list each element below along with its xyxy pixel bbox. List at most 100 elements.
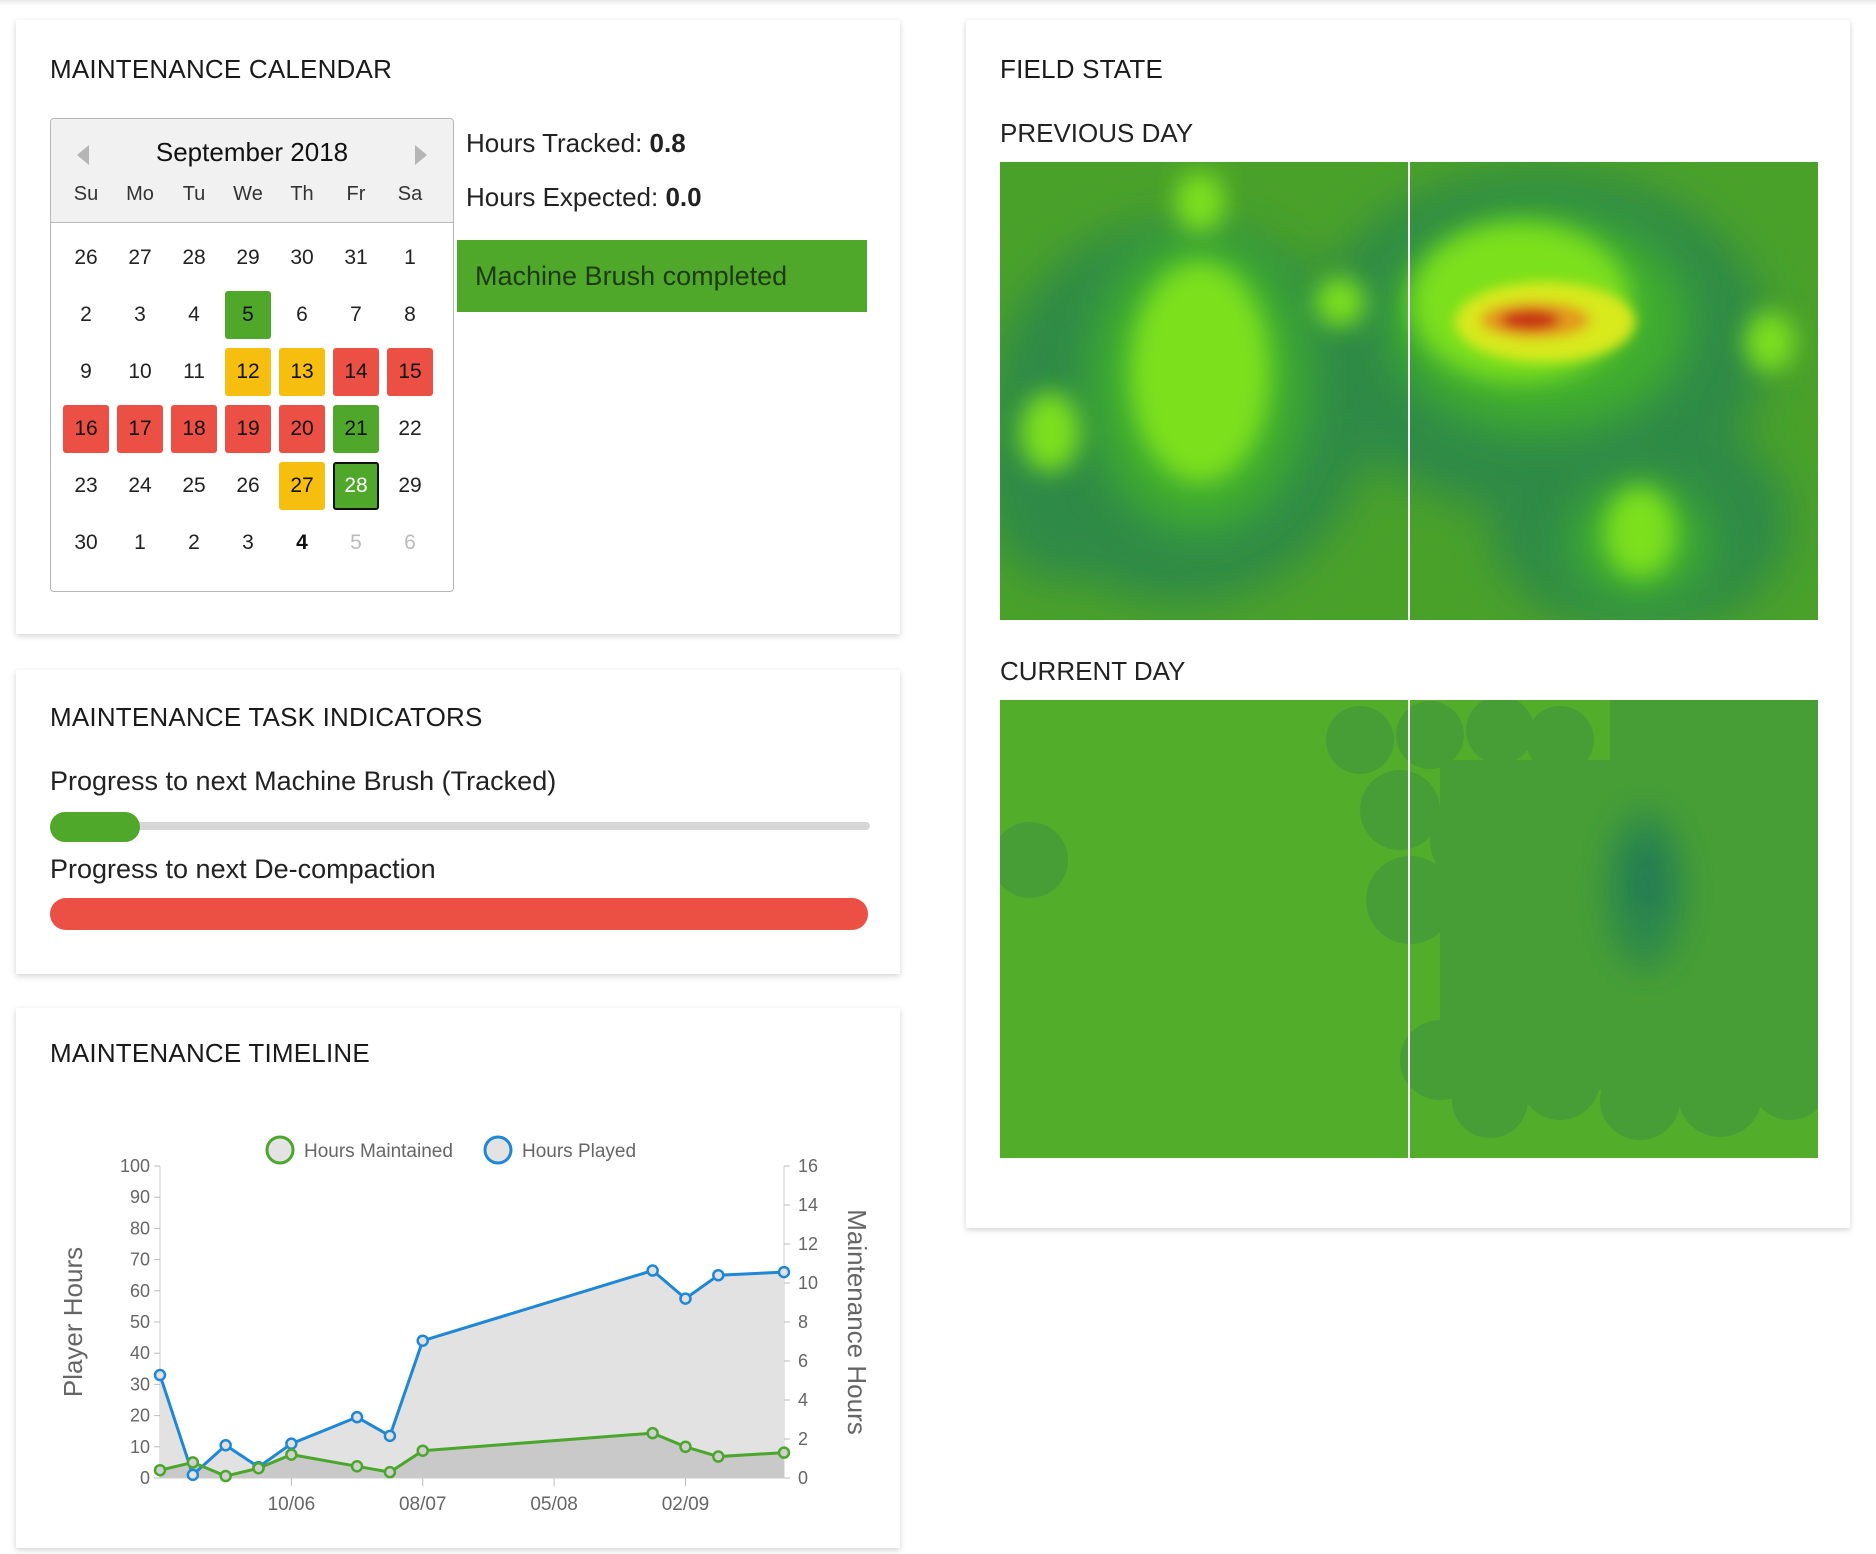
timeline-chart: Hours Maintained Hours Played010203040506… — [58, 1135, 872, 1515]
calendar-day[interactable]: 18 — [167, 400, 221, 457]
calendar-day[interactable]: 19 — [221, 400, 275, 457]
x-tick-label: 05/08 — [530, 1494, 578, 1515]
calendar-day[interactable]: 29 — [383, 457, 437, 514]
hours-played-point — [153, 1368, 167, 1382]
calendar-day[interactable]: 26 — [59, 229, 113, 286]
current-day-heatmap — [1000, 700, 1818, 1158]
hours-played-point — [679, 1292, 692, 1305]
calendar-day[interactable]: 25 — [167, 457, 221, 514]
calendar-day[interactable]: 16 — [59, 400, 113, 457]
month-label: September 2018 — [155, 137, 349, 167]
calendar-day-number: 4 — [188, 302, 200, 326]
calendar-day[interactable]: 10 — [113, 343, 167, 400]
weekday-label: We — [233, 183, 263, 205]
calendar-day-number: 21 — [333, 404, 379, 453]
calendar-day[interactable]: 14 — [329, 343, 383, 400]
hours-played-point — [285, 1437, 298, 1450]
calendar-day-number: 7 — [350, 302, 362, 326]
calendar-day[interactable]: 7 — [329, 286, 383, 343]
calendar-day-number: 16 — [63, 404, 109, 453]
weekday-label: Su — [73, 183, 99, 205]
calendar-day[interactable]: 17 — [113, 400, 167, 457]
calendar-day[interactable]: 9 — [59, 343, 113, 400]
calendar-week-row: 9 10 11 12 13 14 15 — [59, 343, 445, 400]
card-title: MAINTENANCE CALENDAR — [50, 54, 393, 84]
y-tick-label: 10 — [130, 1437, 150, 1457]
calendar-day[interactable]: 22 — [383, 400, 437, 457]
next-month-button[interactable] — [411, 139, 431, 169]
calendar-day[interactable]: 12 — [221, 343, 275, 400]
previous-day-label: PREVIOUS DAY — [1000, 118, 1194, 148]
hours-played-point — [219, 1438, 232, 1452]
calendar-day[interactable]: 1 — [113, 514, 167, 571]
calendar-day-number: 12 — [225, 347, 271, 396]
y-tick-label: 20 — [130, 1406, 150, 1426]
calendar-day-number: 8 — [404, 302, 416, 326]
calendar-day-number: 4 — [296, 530, 308, 554]
calendar-day[interactable]: 3 — [113, 286, 167, 343]
calendar-day-number: 30 — [74, 530, 98, 554]
calendar-day[interactable]: 26 — [221, 457, 275, 514]
hours-expected: Hours Expected: 0.0 — [466, 182, 702, 213]
calendar-day-number: 20 — [279, 404, 325, 453]
calendar-day[interactable]: 28 — [167, 229, 221, 286]
hours-tracked-label: Hours Tracked: — [466, 128, 650, 158]
calendar-day[interactable]: 8 — [383, 286, 437, 343]
calendar-day-number: 29 — [398, 473, 422, 497]
calendar-day[interactable]: 3 — [221, 514, 275, 571]
calendar-day[interactable]: 2 — [167, 514, 221, 571]
calendar-day[interactable]: 4 — [275, 514, 329, 571]
calendar-day[interactable]: 29 — [221, 229, 275, 286]
calendar-day[interactable]: 27 — [113, 229, 167, 286]
machine-brush-progress-track — [50, 822, 870, 830]
hours-played-point — [416, 1334, 429, 1347]
calendar-day[interactable]: 24 — [113, 457, 167, 514]
calendar-day-number: 3 — [242, 530, 254, 554]
legend-marker — [265, 1135, 295, 1165]
calendar-day[interactable]: 15 — [383, 343, 437, 400]
maintenance-calendar-card: MAINTENANCE CALENDAR September 2018 Su Mo… — [16, 20, 900, 634]
calendar-day[interactable]: 6 — [275, 286, 329, 343]
calendar-day-number: 31 — [344, 245, 368, 269]
calendar-day[interactable]: 23 — [59, 457, 113, 514]
calendar-day-number: 22 — [398, 416, 422, 440]
y-tick-label: 60 — [130, 1281, 150, 1301]
calendar-day-number: 15 — [387, 347, 433, 396]
weekday-label: Fr — [346, 183, 366, 205]
maintenance-timeline-card: MAINTENANCE TIMELINE Hours Maintained Hou… — [16, 1008, 900, 1548]
calendar-week-row: 26 27 28 29 30 31 1 — [59, 229, 445, 286]
calendar-day-number: 18 — [171, 404, 217, 453]
y-tick-label: 70 — [130, 1250, 150, 1270]
calendar-day[interactable]: 2 — [59, 286, 113, 343]
calendar-day-number: 5 — [350, 530, 362, 554]
hours-maintained-point — [777, 1446, 791, 1459]
calendar-day[interactable]: 6 — [383, 514, 437, 571]
hours-maintained-point — [285, 1448, 298, 1461]
y-tick-label: 90 — [130, 1187, 150, 1207]
calendar-day[interactable]: 1 — [383, 229, 437, 286]
y-tick-label: 100 — [120, 1156, 150, 1176]
calendar-day-number: 28 — [182, 245, 206, 269]
calendar-day[interactable]: 5 — [329, 514, 383, 571]
y2-tick-label: 6 — [798, 1351, 808, 1371]
calendar-day-number: 6 — [404, 530, 416, 554]
calendar-day[interactable]: 28 — [329, 457, 383, 514]
calendar-week-row: 2 3 4 5 6 7 8 — [59, 286, 445, 343]
calendar-day[interactable]: 5 — [221, 286, 275, 343]
machine-brush-progress-fill — [50, 812, 140, 842]
hours-expected-label: Hours Expected: — [466, 182, 666, 212]
calendar-day[interactable]: 31 — [329, 229, 383, 286]
calendar-day[interactable]: 13 — [275, 343, 329, 400]
calendar-day[interactable]: 11 — [167, 343, 221, 400]
calendar-day[interactable]: 30 — [59, 514, 113, 571]
calendar-day[interactable]: 30 — [275, 229, 329, 286]
calendar-day[interactable]: 21 — [329, 400, 383, 457]
calendar-day-number: 27 — [279, 461, 325, 510]
hours-played-point — [777, 1265, 791, 1279]
calendar-week-row: 30 1 2 3 4 5 6 — [59, 514, 445, 571]
calendar-day[interactable]: 20 — [275, 400, 329, 457]
weekday-label: Sa — [397, 183, 423, 205]
calendar-day[interactable]: 27 — [275, 457, 329, 514]
calendar-week-row: 23 24 25 26 27 28 29 — [59, 457, 445, 514]
calendar-day[interactable]: 4 — [167, 286, 221, 343]
